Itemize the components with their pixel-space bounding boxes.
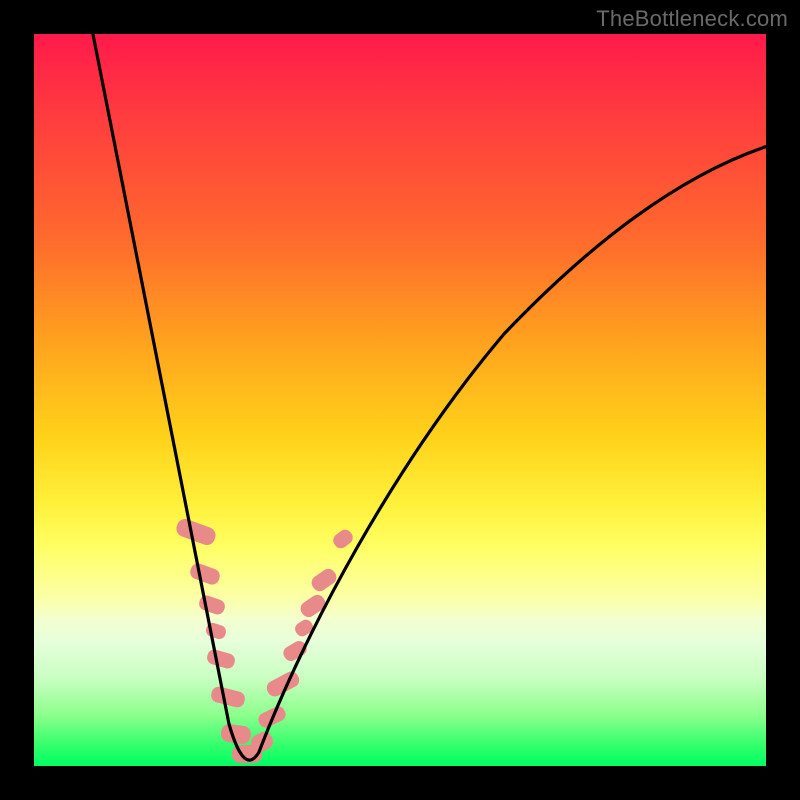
bottleneck-curve xyxy=(89,14,774,760)
highlight-bead xyxy=(331,527,356,551)
highlight-bead xyxy=(174,517,218,548)
plot-area xyxy=(34,34,766,766)
highlight-bead xyxy=(205,648,236,670)
highlight-beads-group xyxy=(174,517,355,763)
chart-frame: TheBottleneck.com xyxy=(0,0,800,800)
highlight-bead xyxy=(197,594,226,617)
highlight-bead xyxy=(281,639,309,664)
curve-layer xyxy=(34,34,766,766)
highlight-bead xyxy=(210,685,247,709)
watermark-text: TheBottleneck.com xyxy=(596,6,788,32)
highlight-bead xyxy=(188,561,222,586)
